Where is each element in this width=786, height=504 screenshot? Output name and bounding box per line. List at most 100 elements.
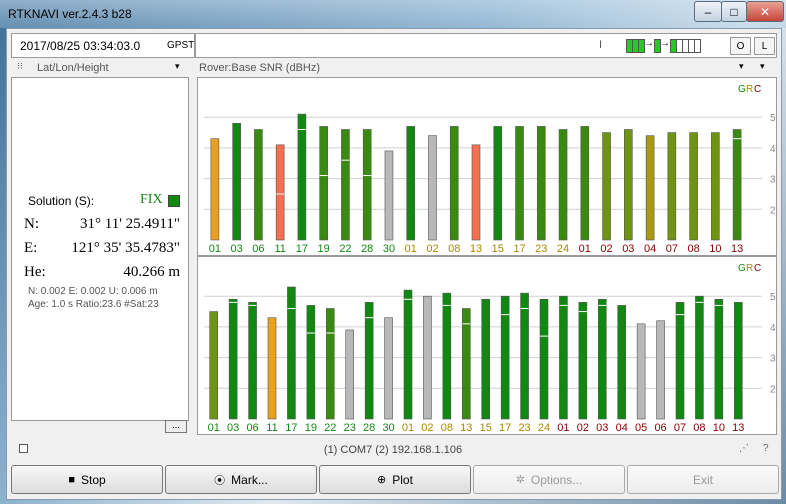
arrow-right-icon: → [644,38,654,49]
stop-button[interactable]: ■ Stop [11,465,163,494]
snr-bar [580,126,590,241]
satellite-label: 02 [600,243,612,255]
snr-bar [624,129,633,241]
close-button[interactable]: ✕ [746,1,784,22]
satellite-label: 13 [732,422,744,434]
satellite-label: 22 [324,422,336,434]
snr-bar [461,308,471,420]
snr-bar [481,298,491,420]
satellite-label: 02 [421,422,433,434]
minimize-icon: – [704,4,712,19]
base-snr-chart: 20 30 40 50 GRC 01 03 06 11 17 19 22 23 28 30 01 02 08 13 1… [197,256,777,435]
exit-label: Exit [692,472,713,487]
snr-bar [636,323,646,420]
satellite-label: 03 [596,422,608,434]
resize-icon[interactable]: ⋰ [739,443,749,454]
snr-bar [539,298,549,420]
longitude-label: E: [24,240,38,256]
snr-bar [578,302,588,420]
satellite-label: 06 [252,243,264,255]
longitude-value: 121° 35' 35.4783" [71,240,180,256]
solution-label: Solution (S): [28,194,95,208]
snr-bar [384,317,393,420]
maximize-icon: □ [730,4,738,19]
satellite-label: 05 [635,422,647,434]
snr-bar [520,292,529,420]
output-button[interactable]: O [730,37,751,55]
status-bar: (1) COM7 (2) 192.168.1.106 ⋰ ? [11,439,775,459]
snr-bar [711,132,720,241]
gear-icon: ✲ [515,474,525,486]
satellite-label: 01 [402,422,414,434]
height-label: He: [24,264,46,280]
satellite-label: 10 [709,243,721,255]
rover-snr-svg: 20 30 40 50 GRC 01 03 06 11 17 19 22 28 30 01 02 08 13 15 1… [204,84,776,255]
log-button[interactable]: L [754,37,775,55]
solution-indicator [168,195,180,207]
left-panel-header[interactable]: ⁝⁝ Lat/Lon/Height ▾ [11,60,187,75]
dropdown-arrow-icon[interactable]: ▾ [760,61,765,72]
snr-bar [362,129,372,241]
satellite-label: 15 [492,243,504,255]
stream-status-bar: I → → O L [195,33,777,58]
snr-bar [232,123,241,241]
satellite-label: 01 [557,422,569,434]
snr-bar [732,129,742,241]
satellite-label: 30 [382,422,394,434]
satellite-label: 01 [209,243,221,255]
snr-bar [602,132,611,241]
snr-bar [319,126,328,241]
satellite-label: 28 [361,243,373,255]
plot-button[interactable]: ⊕ Plot [319,465,471,494]
minimize-button[interactable]: – [694,1,722,22]
satellite-label: 02 [426,243,438,255]
satellite-label: 17 [513,243,525,255]
satellite-label: 06 [246,422,258,434]
dropdown-arrow-icon[interactable]: ▾ [175,61,180,72]
close-icon: ✕ [759,4,771,19]
time-system-toggle[interactable]: GPST [167,40,194,51]
satellite-label: 13 [731,243,743,255]
snr-bar [667,132,677,241]
satellite-label: 03 [622,243,634,255]
snr-bar [442,292,452,420]
window-title: RTKNAVI ver.2.4.3 b28 [8,7,132,21]
satellite-label: 15 [480,422,492,434]
main-window: 2017/08/25 03:34:03.0 GPST I → → O L ⁝⁝ … [6,28,782,500]
right-panel-header[interactable]: Rover:Base SNR (dBHz) ▾ ▾ [195,60,775,75]
options-button[interactable]: ✲ Options... [473,465,625,494]
snr-bar [403,289,413,420]
legend-C: C [754,263,761,274]
snr-bar [364,302,374,420]
satellite-label: 22 [339,243,351,255]
satellite-label: 01 [579,243,591,255]
latitude-label: N: [24,216,39,232]
satellite-label: 23 [518,422,530,434]
base-snr-svg: 20 30 40 50 GRC 01 03 06 11 17 19 22 23 28 30 01 02 08 13 1… [204,263,776,434]
dropdown-arrow-icon[interactable]: ▾ [739,61,744,72]
snr-bar [209,311,219,420]
exit-button[interactable]: Exit [627,465,779,494]
stream-info: (1) COM7 (2) 192.168.1.106 [323,444,463,456]
satellite-label: 04 [616,422,628,434]
snr-bar [297,113,307,241]
plot-type-select[interactable]: Rover:Base SNR (dBHz) [199,62,320,74]
satellite-label: 17 [285,422,297,434]
more-button[interactable]: ... [165,420,187,433]
snr-bar [345,329,355,420]
satellite-label: 13 [460,422,472,434]
stop-icon: ■ [68,473,75,486]
maximize-button[interactable]: □ [721,1,747,22]
input-status-label: I [599,39,603,51]
help-icon[interactable]: ? [763,443,769,454]
satellite-label: 23 [344,422,356,434]
satellite-label: 01 [208,422,220,434]
snr-bar [423,295,432,420]
solution-type-select[interactable]: Lat/Lon/Height [37,62,109,74]
mark-button[interactable]: ⦿ Mark... [165,465,317,494]
satellite-label: 08 [441,422,453,434]
satellite-label: 17 [296,243,308,255]
y-tick-label: 20 [770,384,776,395]
drag-handle-icon: ⁝⁝ [17,61,23,71]
satellite-label: 28 [363,422,375,434]
